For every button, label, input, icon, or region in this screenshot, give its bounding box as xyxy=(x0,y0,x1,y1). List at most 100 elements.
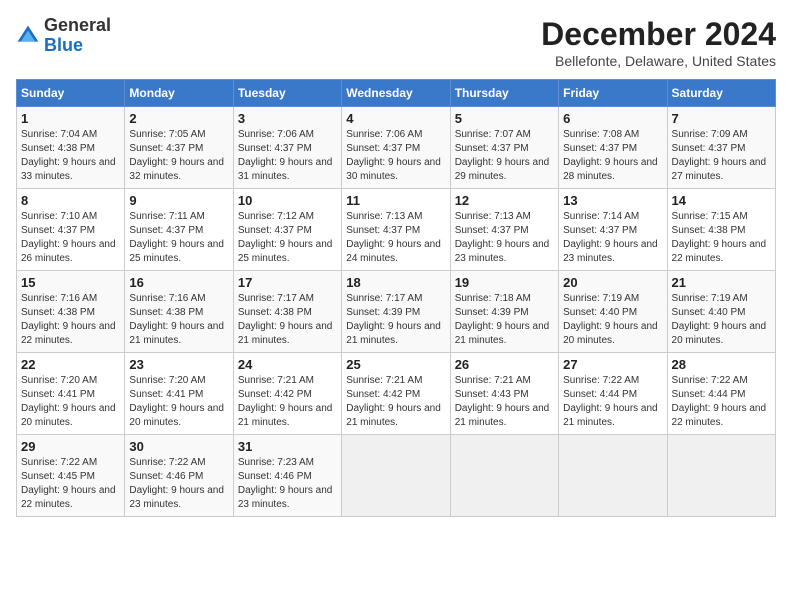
sunrise: Sunrise: 7:16 AM xyxy=(129,293,205,304)
daylight: Daylight: 9 hours and 33 minutes. xyxy=(21,157,116,182)
sunrise: Sunrise: 7:13 AM xyxy=(346,211,422,222)
sunrise: Sunrise: 7:22 AM xyxy=(21,457,97,468)
sunset: Sunset: 4:37 PM xyxy=(238,225,312,236)
sunset: Sunset: 4:40 PM xyxy=(672,307,746,318)
daylight: Daylight: 9 hours and 22 minutes. xyxy=(672,403,767,428)
daylight: Daylight: 9 hours and 29 minutes. xyxy=(455,157,550,182)
daylight: Daylight: 9 hours and 21 minutes. xyxy=(238,403,333,428)
calendar-cell xyxy=(559,435,667,517)
calendar-title: December 2024 xyxy=(541,16,776,53)
day-info: Sunrise: 7:16 AM Sunset: 4:38 PM Dayligh… xyxy=(21,292,120,348)
sunrise: Sunrise: 7:19 AM xyxy=(563,293,639,304)
day-info: Sunrise: 7:17 AM Sunset: 4:39 PM Dayligh… xyxy=(346,292,445,348)
header-thursday: Thursday xyxy=(450,80,558,107)
sunset: Sunset: 4:37 PM xyxy=(563,225,637,236)
sunrise: Sunrise: 7:04 AM xyxy=(21,129,97,140)
day-number: 24 xyxy=(238,357,337,372)
day-info: Sunrise: 7:12 AM Sunset: 4:37 PM Dayligh… xyxy=(238,210,337,266)
week-row-4: 22 Sunrise: 7:20 AM Sunset: 4:41 PM Dayl… xyxy=(17,353,776,435)
sunset: Sunset: 4:45 PM xyxy=(21,471,95,482)
sunset: Sunset: 4:46 PM xyxy=(129,471,203,482)
daylight: Daylight: 9 hours and 22 minutes. xyxy=(21,321,116,346)
header-saturday: Saturday xyxy=(667,80,775,107)
day-info: Sunrise: 7:22 AM Sunset: 4:44 PM Dayligh… xyxy=(563,374,662,430)
day-info: Sunrise: 7:14 AM Sunset: 4:37 PM Dayligh… xyxy=(563,210,662,266)
sunset: Sunset: 4:37 PM xyxy=(129,225,203,236)
sunset: Sunset: 4:37 PM xyxy=(455,225,529,236)
header-monday: Monday xyxy=(125,80,233,107)
calendar-cell xyxy=(667,435,775,517)
calendar-cell: 7 Sunrise: 7:09 AM Sunset: 4:37 PM Dayli… xyxy=(667,107,775,189)
day-number: 12 xyxy=(455,193,554,208)
daylight: Daylight: 9 hours and 20 minutes. xyxy=(21,403,116,428)
sunset: Sunset: 4:37 PM xyxy=(346,225,420,236)
daylight: Daylight: 9 hours and 32 minutes. xyxy=(129,157,224,182)
sunrise: Sunrise: 7:22 AM xyxy=(563,375,639,386)
day-number: 13 xyxy=(563,193,662,208)
daylight: Daylight: 9 hours and 20 minutes. xyxy=(563,321,658,346)
day-info: Sunrise: 7:13 AM Sunset: 4:37 PM Dayligh… xyxy=(455,210,554,266)
day-info: Sunrise: 7:21 AM Sunset: 4:43 PM Dayligh… xyxy=(455,374,554,430)
sunrise: Sunrise: 7:15 AM xyxy=(672,211,748,222)
sunrise: Sunrise: 7:09 AM xyxy=(672,129,748,140)
day-number: 15 xyxy=(21,275,120,290)
day-number: 4 xyxy=(346,111,445,126)
sunset: Sunset: 4:37 PM xyxy=(346,143,420,154)
sunset: Sunset: 4:37 PM xyxy=(238,143,312,154)
daylight: Daylight: 9 hours and 31 minutes. xyxy=(238,157,333,182)
day-info: Sunrise: 7:23 AM Sunset: 4:46 PM Dayligh… xyxy=(238,456,337,512)
day-number: 30 xyxy=(129,439,228,454)
calendar-table: SundayMondayTuesdayWednesdayThursdayFrid… xyxy=(16,79,776,517)
day-info: Sunrise: 7:06 AM Sunset: 4:37 PM Dayligh… xyxy=(346,128,445,184)
calendar-cell: 26 Sunrise: 7:21 AM Sunset: 4:43 PM Dayl… xyxy=(450,353,558,435)
sunset: Sunset: 4:39 PM xyxy=(346,307,420,318)
day-number: 11 xyxy=(346,193,445,208)
calendar-cell: 19 Sunrise: 7:18 AM Sunset: 4:39 PM Dayl… xyxy=(450,271,558,353)
sunrise: Sunrise: 7:22 AM xyxy=(129,457,205,468)
day-number: 21 xyxy=(672,275,771,290)
week-row-3: 15 Sunrise: 7:16 AM Sunset: 4:38 PM Dayl… xyxy=(17,271,776,353)
sunset: Sunset: 4:41 PM xyxy=(129,389,203,400)
sunrise: Sunrise: 7:20 AM xyxy=(129,375,205,386)
day-info: Sunrise: 7:11 AM Sunset: 4:37 PM Dayligh… xyxy=(129,210,228,266)
daylight: Daylight: 9 hours and 26 minutes. xyxy=(21,239,116,264)
calendar-cell: 25 Sunrise: 7:21 AM Sunset: 4:42 PM Dayl… xyxy=(342,353,450,435)
calendar-cell: 21 Sunrise: 7:19 AM Sunset: 4:40 PM Dayl… xyxy=(667,271,775,353)
sunrise: Sunrise: 7:10 AM xyxy=(21,211,97,222)
day-number: 27 xyxy=(563,357,662,372)
calendar-cell: 28 Sunrise: 7:22 AM Sunset: 4:44 PM Dayl… xyxy=(667,353,775,435)
daylight: Daylight: 9 hours and 24 minutes. xyxy=(346,239,441,264)
sunset: Sunset: 4:38 PM xyxy=(21,143,95,154)
sunset: Sunset: 4:38 PM xyxy=(129,307,203,318)
day-info: Sunrise: 7:10 AM Sunset: 4:37 PM Dayligh… xyxy=(21,210,120,266)
daylight: Daylight: 9 hours and 21 minutes. xyxy=(563,403,658,428)
calendar-cell: 10 Sunrise: 7:12 AM Sunset: 4:37 PM Dayl… xyxy=(233,189,341,271)
day-info: Sunrise: 7:07 AM Sunset: 4:37 PM Dayligh… xyxy=(455,128,554,184)
sunset: Sunset: 4:38 PM xyxy=(21,307,95,318)
day-number: 18 xyxy=(346,275,445,290)
day-number: 6 xyxy=(563,111,662,126)
day-number: 3 xyxy=(238,111,337,126)
daylight: Daylight: 9 hours and 21 minutes. xyxy=(129,321,224,346)
sunset: Sunset: 4:37 PM xyxy=(563,143,637,154)
day-number: 10 xyxy=(238,193,337,208)
daylight: Daylight: 9 hours and 25 minutes. xyxy=(238,239,333,264)
calendar-cell: 5 Sunrise: 7:07 AM Sunset: 4:37 PM Dayli… xyxy=(450,107,558,189)
day-number: 17 xyxy=(238,275,337,290)
day-number: 2 xyxy=(129,111,228,126)
day-info: Sunrise: 7:08 AM Sunset: 4:37 PM Dayligh… xyxy=(563,128,662,184)
day-number: 31 xyxy=(238,439,337,454)
page-header: General Blue December 2024 Bellefonte, D… xyxy=(16,16,776,69)
calendar-cell: 2 Sunrise: 7:05 AM Sunset: 4:37 PM Dayli… xyxy=(125,107,233,189)
daylight: Daylight: 9 hours and 25 minutes. xyxy=(129,239,224,264)
header-tuesday: Tuesday xyxy=(233,80,341,107)
logo-text: General Blue xyxy=(44,16,111,56)
day-number: 1 xyxy=(21,111,120,126)
day-info: Sunrise: 7:17 AM Sunset: 4:38 PM Dayligh… xyxy=(238,292,337,348)
day-number: 29 xyxy=(21,439,120,454)
calendar-cell: 24 Sunrise: 7:21 AM Sunset: 4:42 PM Dayl… xyxy=(233,353,341,435)
calendar-cell: 22 Sunrise: 7:20 AM Sunset: 4:41 PM Dayl… xyxy=(17,353,125,435)
calendar-cell: 13 Sunrise: 7:14 AM Sunset: 4:37 PM Dayl… xyxy=(559,189,667,271)
sunrise: Sunrise: 7:17 AM xyxy=(346,293,422,304)
sunrise: Sunrise: 7:21 AM xyxy=(346,375,422,386)
